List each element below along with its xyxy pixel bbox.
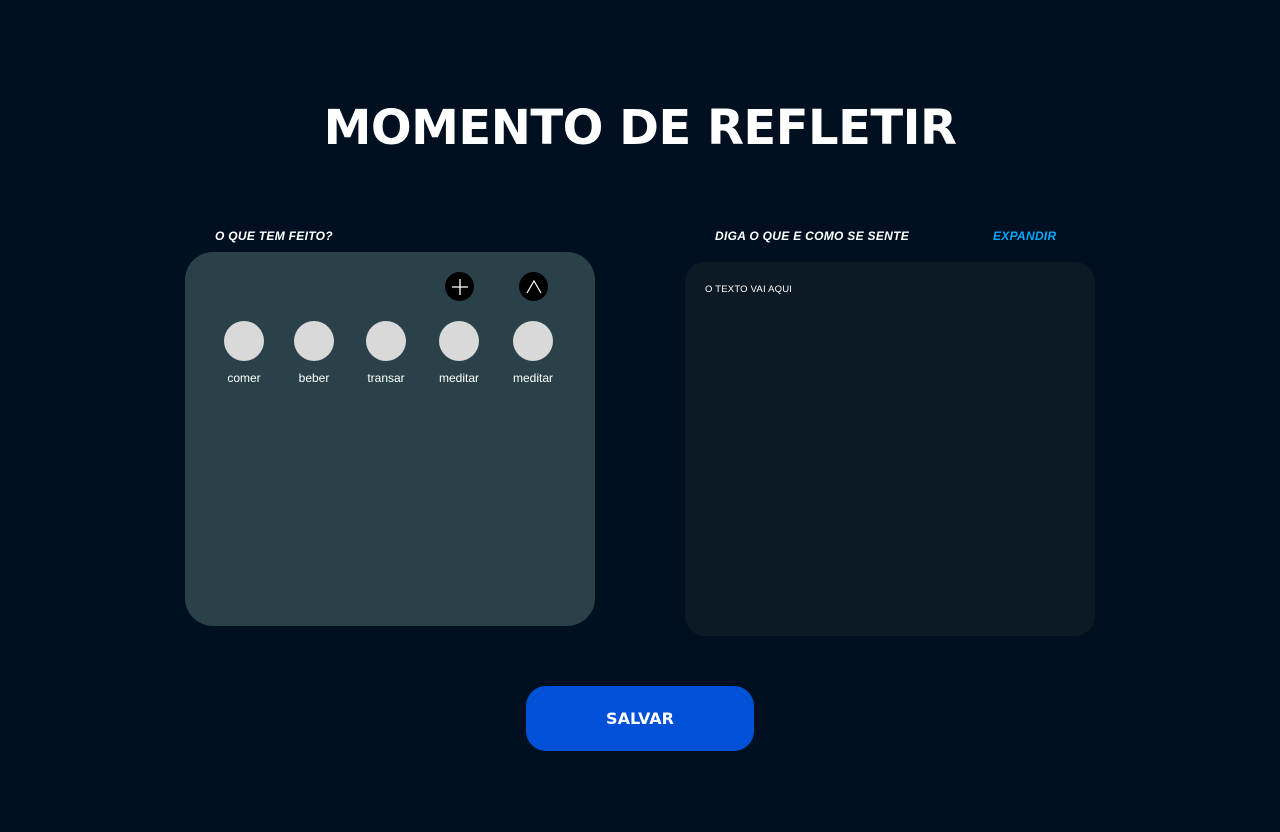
- plus-icon: [451, 278, 468, 295]
- add-activity-button[interactable]: [445, 272, 474, 301]
- save-button[interactable]: SALVAR: [526, 686, 754, 751]
- activity-item[interactable]: meditar: [429, 321, 489, 385]
- activities-panel: comer beber transar meditar meditar: [185, 252, 595, 626]
- activity-name: meditar: [438, 371, 479, 385]
- activity-item[interactable]: meditar: [503, 321, 563, 385]
- activity-name: transar: [367, 371, 405, 385]
- activity-circle[interactable]: [294, 321, 334, 361]
- feelings-label: DIGA O QUE E COMO SE SENTE: [715, 229, 910, 243]
- activity-circle[interactable]: [439, 321, 479, 361]
- activity-circle[interactable]: [366, 321, 406, 361]
- textarea-placeholder: O TEXTO VAI AQUI: [705, 284, 793, 295]
- expand-link[interactable]: EXPANDIR: [993, 229, 1057, 243]
- activity-name: beber: [298, 371, 330, 385]
- activity-item[interactable]: beber: [284, 321, 344, 385]
- chevron-up-icon: [525, 279, 542, 293]
- activity-name: comer: [227, 371, 261, 385]
- activity-circle[interactable]: [513, 321, 553, 361]
- collapse-button[interactable]: [519, 272, 548, 301]
- feelings-textarea[interactable]: O TEXTO VAI AQUI: [685, 262, 1095, 636]
- page-title: MOMENTO DE REFLETIR: [323, 100, 957, 156]
- activity-item[interactable]: comer: [214, 321, 274, 385]
- activities-label: O QUE TEM FEITO?: [215, 229, 333, 243]
- activity-name: meditar: [512, 371, 553, 385]
- activity-circle[interactable]: [224, 321, 264, 361]
- activity-item[interactable]: transar: [356, 321, 416, 385]
